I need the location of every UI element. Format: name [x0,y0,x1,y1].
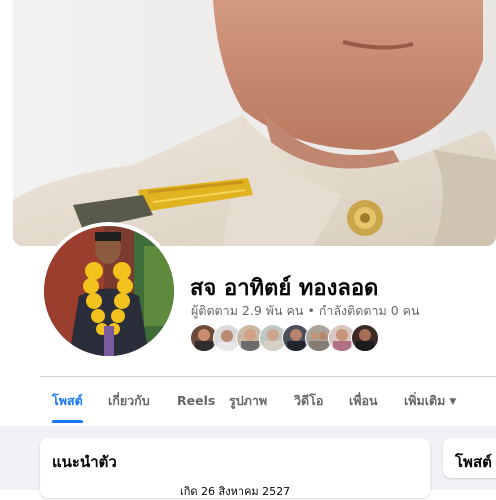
cover-photo[interactable] [13,0,496,246]
tab-more[interactable]: เพิ่มเติม ▼ [404,377,456,423]
tab-videos[interactable]: วิดีโอ [294,377,323,423]
friend-avatar[interactable] [351,324,379,352]
mutual-friends-avatars[interactable] [190,324,380,352]
posts-card: โพสต์ [443,438,496,478]
profile-picture[interactable] [40,222,178,360]
profile-photo-image [44,226,174,356]
profile-tabs: โพสต์ เกี่ยวกับ Reels รูปภาพ วิดีโอ เพื่… [40,377,496,423]
followers-link[interactable]: ผู้ติดตาม 2.9 พัน คน [191,303,303,318]
follow-stats: ผู้ติดตาม 2.9 พัน คน • กำลังติดตาม 0 คน [191,301,420,321]
tab-friends[interactable]: เพื่อน [349,377,378,423]
tab-about[interactable]: เกี่ยวกับ [108,377,150,423]
intro-title: แนะนำตัว [52,453,117,471]
intro-card: แนะนำตัว เกิด 26 สิงหาคม 2527 [40,438,430,498]
cover-photo-image [13,0,496,246]
profile-name: สจ อาทิตย์ ทองลอด [190,276,379,301]
tab-more-label: เพิ่มเติม [404,393,446,408]
following-link[interactable]: กำลังติดตาม 0 คน [319,303,420,318]
tab-posts[interactable]: โพสต์ [52,377,83,423]
tab-reels[interactable]: Reels [177,377,215,423]
posts-title: โพสต์ [455,453,492,471]
intro-birthday: เกิด 26 สิงหาคม 2527 [180,485,291,498]
tab-photos[interactable]: รูปภาพ [229,377,267,423]
caret-down-icon: ▼ [449,397,457,407]
separator-dot: • [307,303,315,318]
